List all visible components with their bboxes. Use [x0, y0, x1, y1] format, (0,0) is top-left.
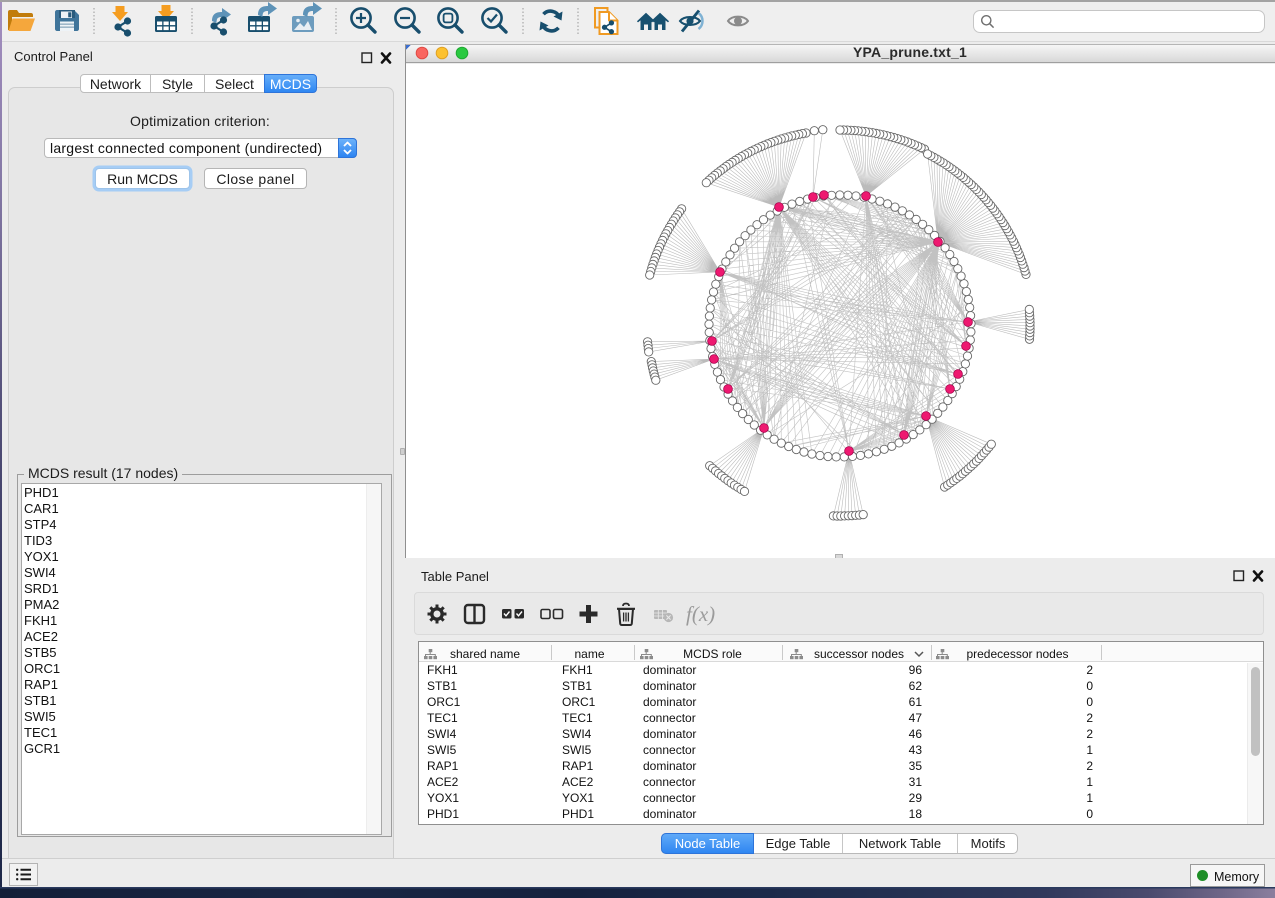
svg-text:f(x): f(x)	[686, 602, 715, 626]
